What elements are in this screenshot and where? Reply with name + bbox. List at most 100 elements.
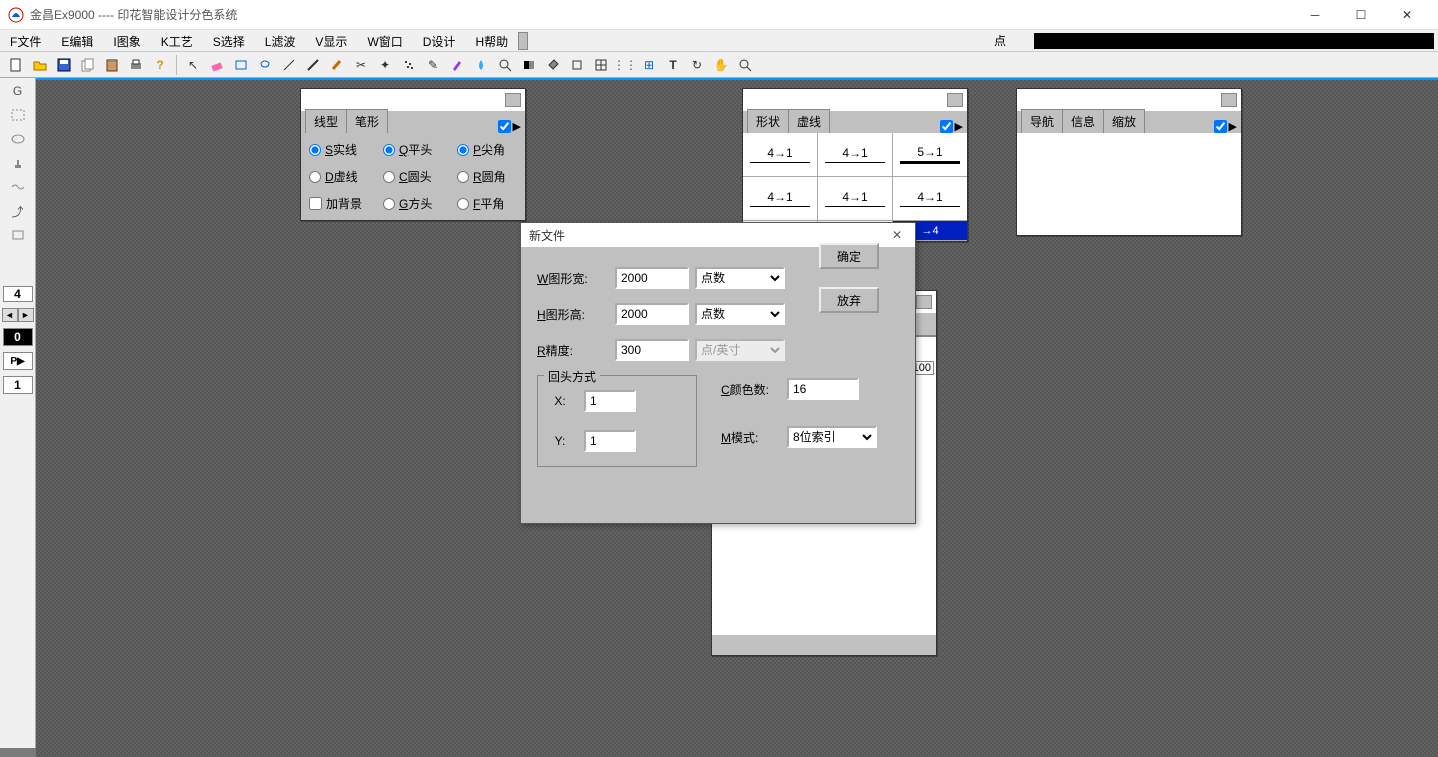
shape-cell[interactable]: 4→1 bbox=[893, 177, 967, 220]
dpi-input[interactable] bbox=[615, 339, 689, 361]
bucket-icon[interactable] bbox=[543, 55, 563, 75]
search-icon[interactable] bbox=[735, 55, 755, 75]
shape-cell[interactable]: 5→1 bbox=[893, 133, 967, 176]
panel-shape-arrow-icon[interactable]: ▶ bbox=[955, 120, 963, 133]
tab-zoom[interactable]: 缩放 bbox=[1103, 109, 1145, 133]
colors-input[interactable] bbox=[787, 378, 859, 400]
marquee-dash-icon[interactable] bbox=[7, 106, 29, 124]
radio-square[interactable] bbox=[383, 198, 395, 210]
hand-icon[interactable]: ✋ bbox=[711, 55, 731, 75]
brush-icon[interactable] bbox=[327, 55, 347, 75]
x-input[interactable] bbox=[584, 390, 636, 412]
save-icon[interactable] bbox=[54, 55, 74, 75]
panel-arrow-icon[interactable]: ▶ bbox=[513, 120, 521, 133]
mesh-icon[interactable]: ⊞ bbox=[639, 55, 659, 75]
maximize-button[interactable]: ☐ bbox=[1338, 0, 1384, 30]
panel-close-icon[interactable] bbox=[505, 93, 521, 107]
radio-sharp[interactable] bbox=[457, 144, 469, 156]
panel-shape-title[interactable] bbox=[743, 89, 967, 111]
menu-design[interactable]: D设计 bbox=[413, 30, 466, 51]
menu-select[interactable]: S选择 bbox=[203, 30, 255, 51]
line-icon[interactable] bbox=[279, 55, 299, 75]
cancel-button[interactable]: 放弃 bbox=[819, 287, 879, 313]
pencil-icon[interactable]: ✎ bbox=[423, 55, 443, 75]
spray-icon[interactable] bbox=[399, 55, 419, 75]
menu-file[interactable]: F文件 bbox=[0, 30, 51, 51]
panel-nav-arrow-icon[interactable]: ▶ bbox=[1229, 120, 1237, 133]
crop-icon[interactable] bbox=[567, 55, 587, 75]
shape-cell[interactable]: 4→1 bbox=[743, 133, 818, 176]
radio-round[interactable] bbox=[383, 171, 395, 183]
menu-edit[interactable]: E编辑 bbox=[51, 30, 103, 51]
mode-select[interactable]: 8位索引 bbox=[787, 426, 877, 448]
tab-linetype[interactable]: 线型 bbox=[305, 109, 347, 133]
radio-solid[interactable] bbox=[309, 144, 321, 156]
menubar-handle[interactable] bbox=[518, 32, 528, 50]
left-tool-g[interactable]: G bbox=[7, 82, 29, 100]
height-input[interactable] bbox=[615, 303, 689, 325]
check-bg[interactable] bbox=[309, 197, 322, 210]
paste-icon[interactable] bbox=[102, 55, 122, 75]
grid-icon[interactable] bbox=[591, 55, 611, 75]
swatch-0[interactable]: 0 bbox=[3, 328, 33, 346]
new-file-icon[interactable] bbox=[6, 55, 26, 75]
panel-nav-close-icon[interactable] bbox=[1221, 93, 1237, 107]
box-icon[interactable] bbox=[7, 226, 29, 244]
rotate-icon[interactable]: ↻ bbox=[687, 55, 707, 75]
panel-nav-check[interactable] bbox=[1214, 120, 1227, 133]
menu-filter[interactable]: L滤波 bbox=[255, 30, 306, 51]
pattern-icon[interactable]: ⋮⋮ bbox=[615, 55, 635, 75]
menu-image[interactable]: I图象 bbox=[103, 30, 150, 51]
dialog-close-icon[interactable]: ✕ bbox=[887, 228, 907, 242]
panel-linetype-check[interactable] bbox=[498, 120, 511, 133]
wave-icon[interactable] bbox=[7, 178, 29, 196]
droplet-icon[interactable] bbox=[471, 55, 491, 75]
panel-shape-check[interactable] bbox=[940, 120, 953, 133]
paintbrush-icon[interactable] bbox=[447, 55, 467, 75]
wand-icon[interactable]: ✦ bbox=[375, 55, 395, 75]
width-input[interactable] bbox=[615, 267, 689, 289]
pointer-icon[interactable]: ↖ bbox=[183, 55, 203, 75]
eraser-icon[interactable] bbox=[207, 55, 227, 75]
menu-help[interactable]: H帮助 bbox=[465, 30, 518, 51]
lasso-icon[interactable] bbox=[255, 55, 275, 75]
menu-window[interactable]: W窗口 bbox=[357, 30, 412, 51]
y-input[interactable] bbox=[584, 430, 636, 452]
minimize-button[interactable]: ─ bbox=[1292, 0, 1338, 30]
text-icon[interactable]: T bbox=[663, 55, 683, 75]
pen-icon[interactable] bbox=[303, 55, 323, 75]
shape-cell[interactable]: 4→1 bbox=[743, 177, 818, 220]
panel-shape-close-icon[interactable] bbox=[947, 93, 963, 107]
zoom-icon[interactable] bbox=[495, 55, 515, 75]
ok-button[interactable]: 确定 bbox=[819, 243, 879, 269]
arrow-up-icon[interactable]: ⤴ bbox=[7, 202, 29, 220]
height-unit-select[interactable]: 点数 bbox=[695, 303, 785, 325]
tab-nav[interactable]: 导航 bbox=[1021, 109, 1063, 133]
panel-nav-title[interactable] bbox=[1017, 89, 1241, 111]
width-unit-select[interactable]: 点数 bbox=[695, 267, 785, 289]
tab-dashline[interactable]: 虚线 bbox=[788, 109, 830, 133]
swatch-1[interactable]: 1 bbox=[3, 376, 33, 394]
radio-flatcorner[interactable] bbox=[457, 198, 469, 210]
tab-shape[interactable]: 形状 bbox=[747, 109, 789, 133]
radio-roundcorner[interactable] bbox=[457, 171, 469, 183]
tab-info[interactable]: 信息 bbox=[1062, 109, 1104, 133]
tab-penshape[interactable]: 笔形 bbox=[346, 109, 388, 133]
print-icon[interactable] bbox=[126, 55, 146, 75]
left-scroll[interactable]: ◄► bbox=[2, 308, 34, 322]
open-file-icon[interactable] bbox=[30, 55, 50, 75]
ellipse-icon[interactable] bbox=[7, 130, 29, 148]
stamp-icon[interactable] bbox=[7, 154, 29, 172]
panel-linetype-title[interactable] bbox=[301, 89, 525, 111]
scissors-icon[interactable]: ✂ bbox=[351, 55, 371, 75]
help-icon[interactable]: ? bbox=[150, 55, 170, 75]
swatch-mid[interactable]: P▶ bbox=[3, 352, 33, 370]
radio-dashed[interactable] bbox=[309, 171, 321, 183]
close-button[interactable]: ✕ bbox=[1384, 0, 1430, 30]
panel-lower-close-icon[interactable] bbox=[916, 295, 932, 309]
copy-icon[interactable] bbox=[78, 55, 98, 75]
menu-view[interactable]: V显示 bbox=[305, 30, 357, 51]
radio-flat[interactable] bbox=[383, 144, 395, 156]
shape-cell[interactable]: 4→1 bbox=[818, 177, 893, 220]
rect-icon[interactable] bbox=[231, 55, 251, 75]
